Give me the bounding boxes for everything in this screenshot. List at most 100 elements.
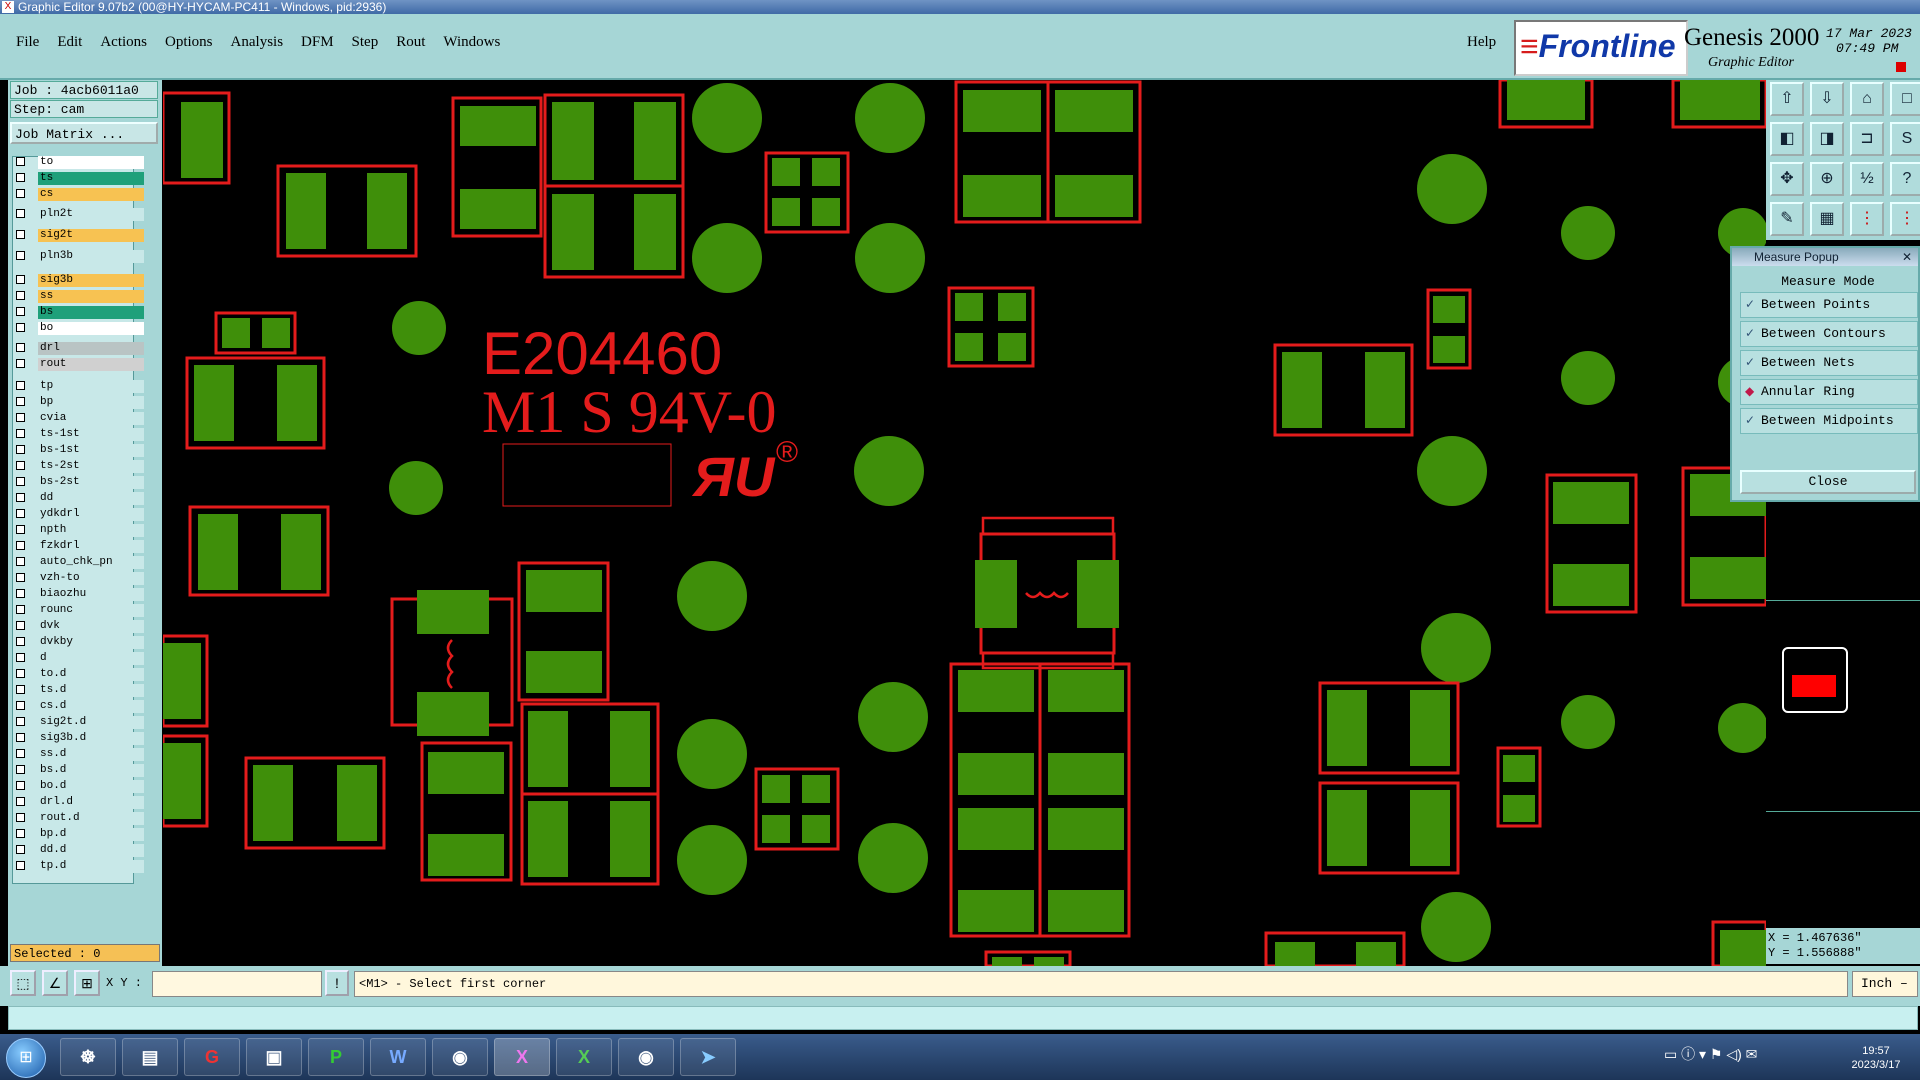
layer-up-icon[interactable]: ⇧ (1770, 82, 1804, 116)
layer-name[interactable]: ts (38, 172, 144, 185)
taskbar-camtastic-icon[interactable]: ◉ (432, 1038, 488, 1076)
layer-checkbox[interactable] (16, 343, 25, 352)
layer-name[interactable]: sig3b (38, 274, 144, 287)
layer-name[interactable]: biaozhu (38, 588, 144, 601)
layer-down-icon[interactable]: ⇩ (1810, 82, 1844, 116)
layer-checkbox[interactable] (16, 509, 25, 518)
layer-row[interactable]: to.d (14, 668, 144, 681)
menu-analysis[interactable]: Analysis (231, 34, 284, 51)
layer-row[interactable]: sig3b (14, 274, 144, 287)
layer-name[interactable]: dvk (38, 620, 144, 633)
layer-checkbox[interactable] (16, 621, 25, 630)
layer-row[interactable]: ts-2st (14, 460, 144, 473)
menu-dfm[interactable]: DFM (301, 34, 334, 51)
layer-checkbox[interactable] (16, 605, 25, 614)
menu-file[interactable]: File (16, 34, 39, 51)
redraw-icon[interactable]: S (1890, 122, 1920, 156)
query-icon[interactable]: ? (1890, 162, 1920, 196)
layer-name[interactable]: rout (38, 358, 144, 371)
layer-name[interactable]: ts.d (38, 684, 144, 697)
layer-name[interactable]: sig3b.d (38, 732, 144, 745)
layer-row[interactable]: rout (14, 358, 144, 371)
layer-row[interactable]: auto_chk_pn (14, 556, 144, 569)
menu-windows[interactable]: Windows (443, 34, 500, 51)
taskbar-arrow-icon[interactable]: ➤ (680, 1038, 736, 1076)
layer-checkbox[interactable] (16, 323, 25, 332)
layer-row[interactable]: bs (14, 306, 144, 319)
layer-checkbox[interactable] (16, 291, 25, 300)
layer-checkbox[interactable] (16, 541, 25, 550)
snap-icon[interactable]: ⋮ (1850, 202, 1884, 236)
layer-name[interactable]: to (38, 156, 144, 169)
layer-checkbox[interactable] (16, 781, 25, 790)
taskbar-excel-icon[interactable]: X (556, 1038, 612, 1076)
layer-checkbox[interactable] (16, 413, 25, 422)
zoom-in-icon[interactable]: ✥ (1770, 162, 1804, 196)
layer-row[interactable]: bs-1st (14, 444, 144, 457)
layer-checkbox[interactable] (16, 429, 25, 438)
layer-name[interactable]: bs-1st (38, 444, 144, 457)
layer-name[interactable]: ss.d (38, 748, 144, 761)
layer-checkbox[interactable] (16, 685, 25, 694)
mode-between-nets[interactable]: ✓ Between Nets (1740, 350, 1918, 376)
layer-name[interactable]: rounc (38, 604, 144, 617)
units-selector[interactable]: Inch – (1852, 971, 1918, 997)
layer-checkbox[interactable] (16, 669, 25, 678)
layer-name[interactable]: rout.d (38, 812, 144, 825)
taskbar-app-icon[interactable]: G (184, 1038, 240, 1076)
layer-row[interactable]: bs-2st (14, 476, 144, 489)
taskbar-p-icon[interactable]: P (308, 1038, 364, 1076)
menu-actions[interactable]: Actions (100, 34, 147, 51)
layer-row[interactable]: to (14, 156, 144, 169)
layer-row[interactable]: bo.d (14, 780, 144, 793)
mode-between-midpoints[interactable]: ✓ Between Midpoints (1740, 408, 1918, 434)
mode-between-points[interactable]: ✓ Between Points (1740, 292, 1918, 318)
layer-row[interactable]: sig3b.d (14, 732, 144, 745)
layer-checkbox[interactable] (16, 749, 25, 758)
measure-tool-icon[interactable]: ✎ (1770, 202, 1804, 236)
taskbar-camtastic2-icon[interactable]: ◉ (618, 1038, 674, 1076)
layer-name[interactable]: sig2t.d (38, 716, 144, 729)
menu-edit[interactable]: Edit (57, 34, 82, 51)
layer-name[interactable]: d (38, 652, 144, 665)
layer-row[interactable]: d (14, 652, 144, 665)
window-icon[interactable]: □ (1890, 82, 1920, 116)
layer-row[interactable]: ts (14, 172, 144, 185)
layer-name[interactable]: tp (38, 380, 144, 393)
layer-checkbox[interactable] (16, 525, 25, 534)
zoom-fit-icon[interactable]: ⊐ (1850, 122, 1884, 156)
layer-checkbox[interactable] (16, 307, 25, 316)
layer-row[interactable]: drl.d (14, 796, 144, 809)
taskbar-notepad-icon[interactable]: ▤ (122, 1038, 178, 1076)
layer-row[interactable]: dd (14, 492, 144, 505)
layer-row[interactable]: drl (14, 342, 144, 355)
net-icon[interactable]: ⋮ (1890, 202, 1920, 236)
layer-row[interactable]: rounc (14, 604, 144, 617)
layer-name[interactable]: ss (38, 290, 144, 303)
angle-mode-icon[interactable]: ∠ (42, 970, 68, 996)
layer-checkbox[interactable] (16, 477, 25, 486)
layer-name[interactable]: dd.d (38, 844, 144, 857)
layer-checkbox[interactable] (16, 717, 25, 726)
layer-name[interactable]: to.d (38, 668, 144, 681)
layer-name[interactable]: bo (38, 322, 144, 335)
layer-checkbox[interactable] (16, 381, 25, 390)
layer-row[interactable]: rout.d (14, 812, 144, 825)
mode-annular-ring[interactable]: ◆ Annular Ring (1740, 379, 1918, 405)
layer-checkbox[interactable] (16, 589, 25, 598)
graphic-canvas[interactable]: E204460 M1 S 94V-0 ЯU ® (163, 80, 1766, 966)
layer-name[interactable]: sig2t (38, 229, 144, 242)
layer-row[interactable]: dvkby (14, 636, 144, 649)
layer-checkbox[interactable] (16, 557, 25, 566)
pan-right-icon[interactable]: ◨ (1810, 122, 1844, 156)
layer-name[interactable]: bs (38, 306, 144, 319)
taskbar-clock[interactable]: 19:57 2023/3/17 (1836, 1044, 1916, 1072)
layer-row[interactable]: npth (14, 524, 144, 537)
layer-name[interactable]: dvkby (38, 636, 144, 649)
layer-row[interactable]: bp.d (14, 828, 144, 841)
layer-row[interactable]: bp (14, 396, 144, 409)
layer-name[interactable]: pln3b (38, 250, 144, 263)
layer-name[interactable]: auto_chk_pn (38, 556, 144, 569)
layer-name[interactable]: bp (38, 396, 144, 409)
layer-checkbox[interactable] (16, 359, 25, 368)
